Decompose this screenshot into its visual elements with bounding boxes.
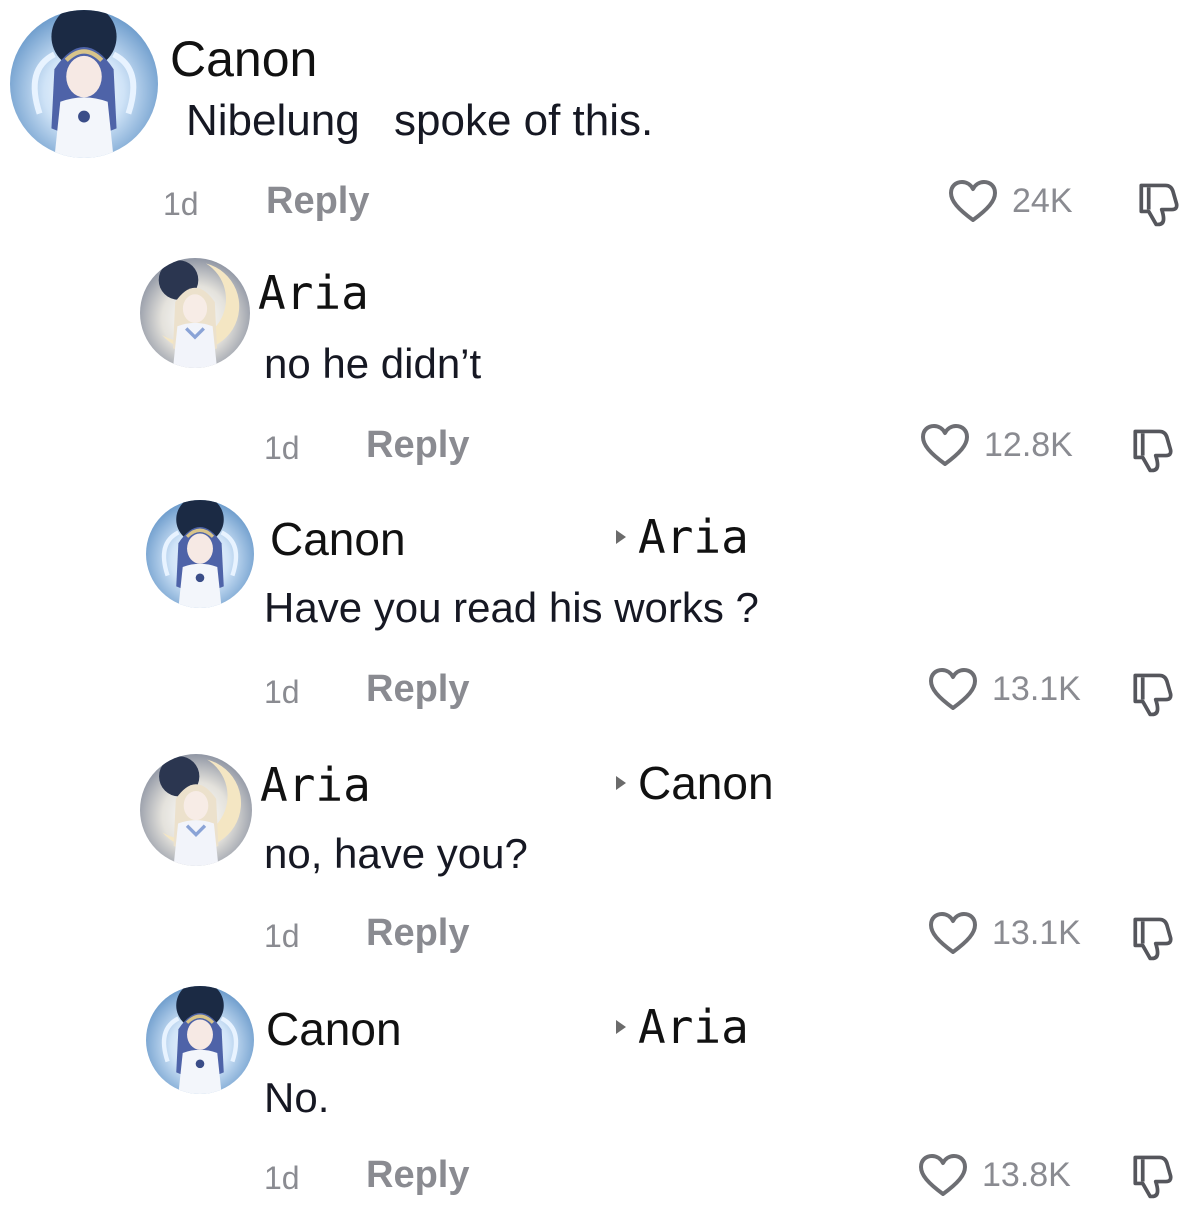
timestamp: 1d bbox=[264, 430, 300, 466]
like-button[interactable]: 12.8K bbox=[920, 422, 1073, 468]
username[interactable]: Canon bbox=[170, 30, 317, 88]
reply-to-username[interactable]: Aria bbox=[638, 510, 749, 564]
like-count: 12.8K bbox=[984, 425, 1073, 464]
timestamp: 1d bbox=[264, 674, 300, 710]
thumbs-down-icon bbox=[1139, 183, 1179, 227]
username[interactable]: Aria bbox=[258, 266, 369, 320]
comment-text: no he didn’t bbox=[264, 340, 482, 387]
dislike-button[interactable] bbox=[1132, 178, 1184, 230]
like-count: 13.1K bbox=[992, 913, 1081, 952]
timestamp: 1d bbox=[264, 1160, 300, 1196]
avatar[interactable] bbox=[146, 986, 254, 1094]
avatar[interactable] bbox=[140, 258, 250, 368]
reply-to-indicator: Aria bbox=[616, 1000, 749, 1054]
dislike-button[interactable] bbox=[1126, 668, 1178, 720]
reply-to-username[interactable]: Canon bbox=[638, 756, 774, 810]
reply-button[interactable]: Reply bbox=[366, 668, 469, 711]
comment-text: No. bbox=[264, 1074, 330, 1121]
like-button[interactable]: 13.1K bbox=[928, 910, 1081, 956]
play-triangle-icon bbox=[616, 1020, 626, 1034]
thumbs-down-icon bbox=[1133, 917, 1173, 961]
like-count: 24K bbox=[1012, 181, 1073, 220]
like-count: 13.8K bbox=[982, 1155, 1071, 1194]
thumbs-down-icon bbox=[1133, 1155, 1173, 1199]
reply-button[interactable]: Reply bbox=[366, 424, 469, 467]
reply-to-username[interactable]: Aria bbox=[638, 1000, 749, 1054]
like-button[interactable]: 13.8K bbox=[918, 1152, 1071, 1198]
play-triangle-icon bbox=[616, 530, 626, 544]
heart-outline-icon bbox=[929, 668, 977, 710]
play-triangle-icon bbox=[616, 776, 626, 790]
reply-button[interactable]: Reply bbox=[266, 180, 369, 223]
reply-button[interactable]: Reply bbox=[366, 1154, 469, 1197]
dislike-button[interactable] bbox=[1126, 912, 1178, 964]
avatar[interactable] bbox=[10, 10, 158, 158]
comment-text-part-1: Nibelung bbox=[186, 96, 360, 145]
thumbs-down-icon bbox=[1133, 429, 1173, 473]
username[interactable]: Canon bbox=[270, 512, 406, 566]
like-button[interactable]: 13.1K bbox=[928, 666, 1081, 712]
dislike-button[interactable] bbox=[1126, 1150, 1178, 1202]
reply-to-indicator: Aria bbox=[616, 510, 749, 564]
avatar[interactable] bbox=[146, 500, 254, 608]
heart-outline-icon bbox=[919, 1154, 967, 1196]
heart-outline-icon bbox=[921, 424, 969, 466]
reply-button[interactable]: Reply bbox=[366, 912, 469, 955]
thumbs-down-icon bbox=[1133, 673, 1173, 717]
timestamp: 1d bbox=[264, 918, 300, 954]
like-count: 13.1K bbox=[992, 669, 1081, 708]
comment-text-part-2: spoke of this. bbox=[394, 96, 654, 145]
dislike-button[interactable] bbox=[1126, 424, 1178, 476]
avatar[interactable] bbox=[140, 754, 252, 866]
reply-to-indicator: Canon bbox=[616, 756, 774, 810]
comment-text: Have you read his works ? bbox=[264, 584, 759, 631]
like-button[interactable]: 24K bbox=[948, 178, 1073, 224]
timestamp: 1d bbox=[163, 186, 199, 222]
heart-outline-icon bbox=[929, 912, 977, 954]
heart-outline-icon bbox=[949, 180, 997, 222]
comment-text: no, have you? bbox=[264, 830, 528, 877]
username[interactable]: Aria bbox=[260, 758, 371, 812]
username[interactable]: Canon bbox=[266, 1002, 402, 1056]
